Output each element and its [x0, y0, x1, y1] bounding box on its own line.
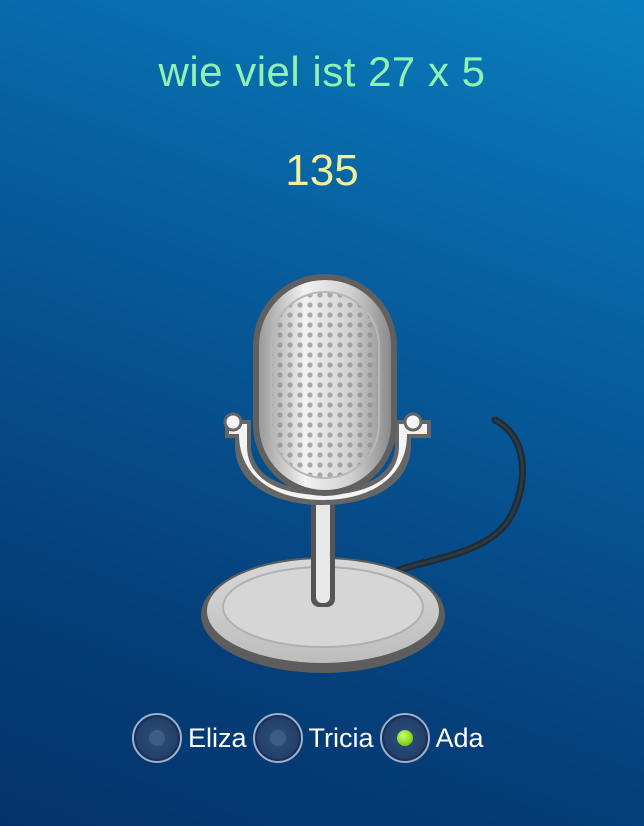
voice-label-ada: Ada	[435, 722, 484, 753]
voice-option-ada[interactable]: Ada	[379, 713, 484, 763]
voice-selector: Eliza Tricia Ada	[132, 709, 490, 767]
voice-label-tricia: Tricia	[308, 722, 374, 753]
voice-label-eliza: Eliza	[188, 722, 247, 753]
radio-button[interactable]	[252, 713, 303, 763]
question-text: wie viel ist 27 x 5	[158, 48, 486, 95]
radio-dot	[149, 730, 165, 746]
microphone-icon	[201, 274, 526, 673]
answer-text: 135	[285, 146, 359, 195]
radio-dot	[269, 730, 286, 746]
microphone-button[interactable]	[195, 270, 535, 690]
radio-button[interactable]	[132, 713, 182, 763]
radio-dot	[396, 730, 413, 746]
voice-option-eliza[interactable]: Eliza	[132, 713, 247, 763]
radio-button-selected[interactable]	[379, 713, 430, 763]
voice-option-tricia[interactable]: Tricia	[252, 713, 374, 763]
